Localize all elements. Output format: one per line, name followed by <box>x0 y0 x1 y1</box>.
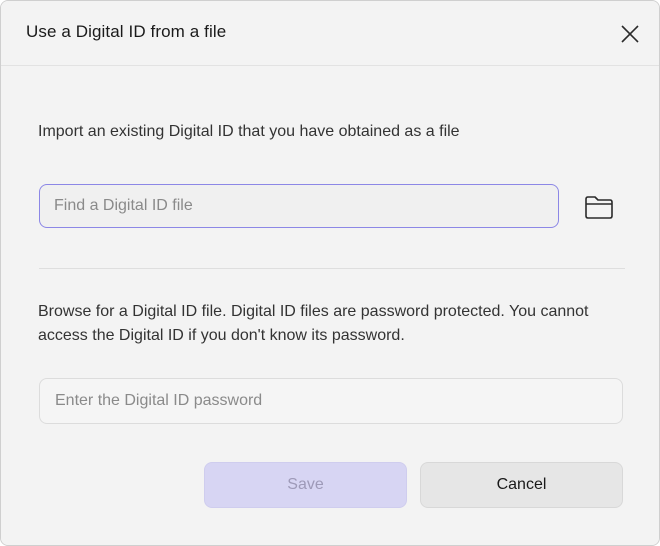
section-divider <box>39 268 625 269</box>
digital-id-file-input[interactable] <box>39 184 559 228</box>
dialog-body: Import an existing Digital ID that you h… <box>1 66 659 545</box>
password-description: Browse for a Digital ID file. Digital ID… <box>38 303 589 344</box>
import-description: Import an existing Digital ID that you h… <box>38 123 460 140</box>
dialog-titlebar: Use a Digital ID from a file <box>1 1 659 66</box>
close-button[interactable] <box>615 19 645 49</box>
close-icon <box>621 25 639 43</box>
password-field[interactable] <box>39 378 623 424</box>
save-button[interactable]: Save <box>204 462 407 508</box>
digital-id-dialog: Use a Digital ID from a file Import an e… <box>0 0 660 546</box>
cancel-button[interactable]: Cancel <box>420 462 623 508</box>
folder-icon <box>585 196 613 219</box>
dialog-title: Use a Digital ID from a file <box>26 22 227 41</box>
browse-folder-button[interactable] <box>581 191 617 223</box>
